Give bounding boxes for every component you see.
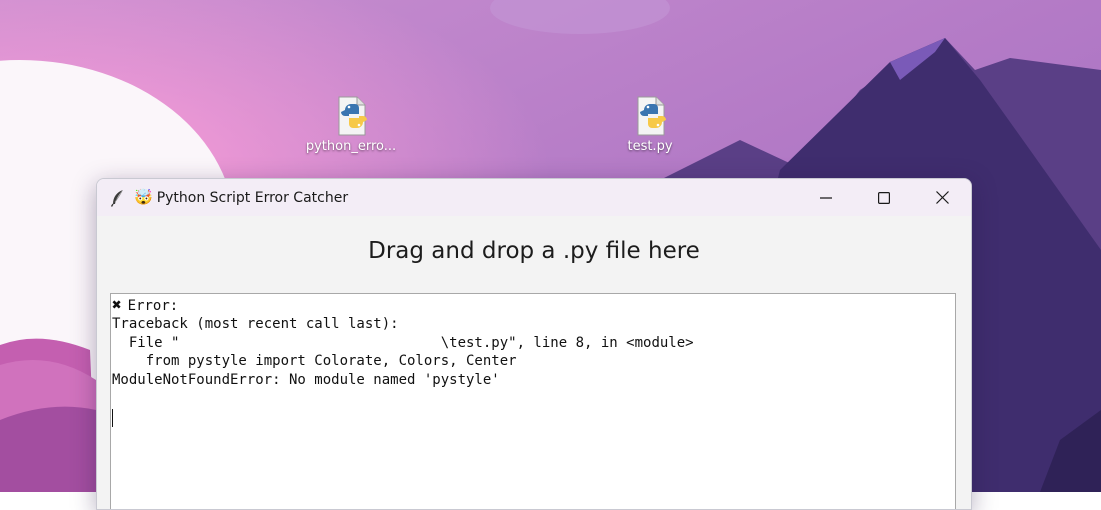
desktop-icon-python-error-catcher[interactable]: python_erro...	[301, 96, 401, 154]
text-caret	[112, 408, 113, 427]
close-button[interactable]	[913, 179, 971, 216]
window-title: Python Script Error Catcher	[156, 189, 349, 206]
maximize-button[interactable]	[855, 179, 913, 216]
error-x-icon: ✖	[112, 295, 122, 314]
title-bar[interactable]: 🤯 Python Script Error Catcher	[97, 179, 971, 216]
desktop-icon-test-py[interactable]: test.py	[600, 96, 700, 154]
exploding-head-icon: 🤯	[134, 188, 153, 206]
error-header-line: ✖ Error:	[112, 295, 955, 315]
drop-zone-label[interactable]: Drag and drop a .py file here	[97, 236, 971, 266]
close-icon	[935, 191, 949, 204]
python-file-icon	[632, 96, 668, 136]
traceback-line: Traceback (most recent call last):	[112, 315, 399, 332]
traceback-line: from pystyle import Colorate, Colors, Ce…	[112, 353, 517, 370]
cursor-line	[112, 408, 955, 428]
feather-icon	[110, 189, 126, 207]
error-label: Error:	[127, 298, 179, 314]
caption-buttons	[797, 179, 971, 216]
traceback-line: ModuleNotFoundError: No module named 'py…	[112, 372, 500, 389]
minimize-button[interactable]	[797, 179, 855, 216]
maximize-icon	[878, 191, 890, 204]
python-file-icon	[333, 96, 369, 136]
traceback-line: File " \test.py", line 8, in <module>	[112, 334, 694, 351]
error-output-textbox[interactable]: ✖ Error: Traceback (most recent call last…	[110, 293, 956, 509]
desktop-icon-label: test.py	[627, 139, 673, 154]
minimize-icon	[820, 196, 832, 199]
app-window: 🤯 Python Script Error Catcher Drag and d…	[96, 178, 972, 510]
desktop-icon-label: python_erro...	[305, 139, 397, 154]
